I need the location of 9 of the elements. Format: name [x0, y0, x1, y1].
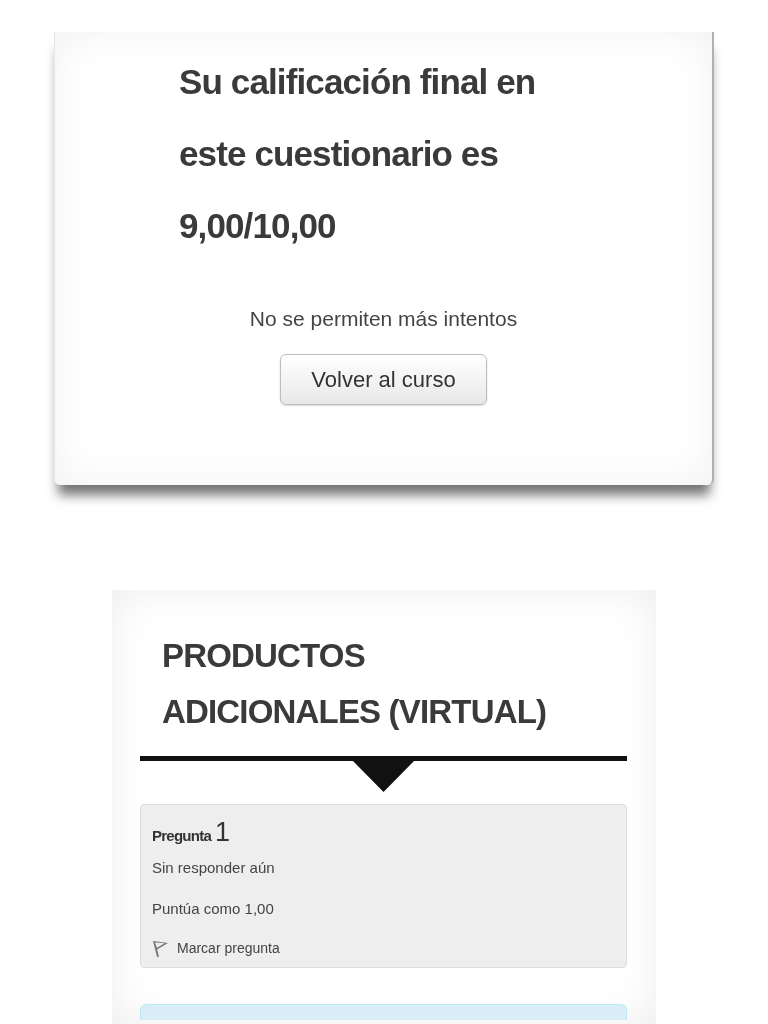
flag-question-link[interactable]: Marcar pregunta: [152, 939, 280, 957]
question-number: 1: [215, 817, 231, 847]
no-more-attempts-notice: No se permiten más intentos: [249, 306, 518, 332]
section-title: PRODUCTOS ADICIONALES (VIRTUAL): [162, 636, 548, 732]
question-status: Sin responder aún: [152, 858, 275, 878]
final-grade-heading: Su calificación final en este cuestionario es 9,00/10,00: [179, 61, 537, 247]
back-to-course-button[interactable]: Volver al curso: [280, 354, 487, 405]
question-grade: Puntúa como 1,00: [152, 899, 274, 919]
question-label: Pregunta: [152, 826, 211, 846]
